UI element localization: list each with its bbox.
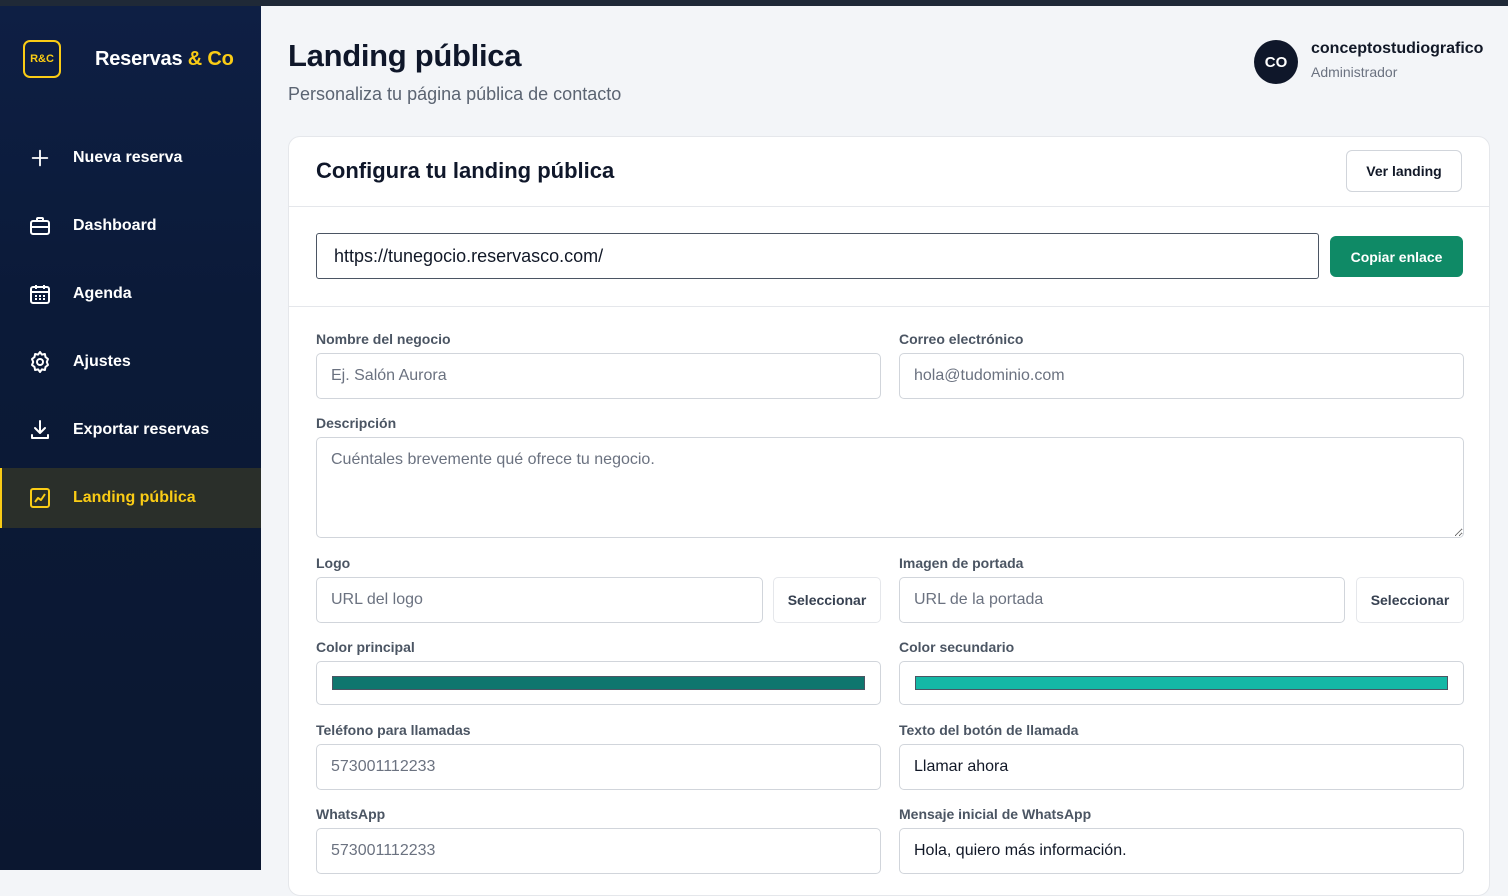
sidebar-item-exportar-reservas[interactable]: Exportar reservas xyxy=(0,400,261,460)
call-text-input[interactable] xyxy=(899,744,1464,790)
call-text-label: Texto del botón de llamada xyxy=(899,722,1079,738)
whatsapp-message-input[interactable] xyxy=(899,828,1464,874)
phone-label: Teléfono para llamadas xyxy=(316,722,471,738)
select-cover-button[interactable]: Seleccionar xyxy=(1356,577,1464,623)
sidebar-item-label: Agenda xyxy=(73,285,132,302)
secondary-color-label: Color secundario xyxy=(899,639,1015,655)
sidebar-item-landing-publica[interactable]: Landing pública xyxy=(0,468,261,528)
whatsapp-label: WhatsApp xyxy=(316,806,386,822)
sidebar-item-ajustes[interactable]: Ajustes xyxy=(0,332,261,392)
logo-label: Logo xyxy=(316,555,351,571)
logo-url-input[interactable] xyxy=(316,577,763,623)
public-link-row: Copiar enlace xyxy=(289,207,1489,307)
sidebar-item-label: Nueva reserva xyxy=(73,149,183,166)
copy-link-button[interactable]: Copiar enlace xyxy=(1330,236,1463,277)
sidebar-item-label: Exportar reservas xyxy=(73,421,210,438)
primary-color-picker[interactable] xyxy=(316,661,881,705)
main-content: Landing pública Personaliza tu página pú… xyxy=(261,6,1508,896)
business-name-label: Nombre del negocio xyxy=(316,331,451,347)
sidebar-item-label: Landing pública xyxy=(73,489,196,506)
whatsapp-input[interactable] xyxy=(316,828,881,874)
primary-color-label: Color principal xyxy=(316,639,415,655)
sidebar-item-nueva-reserva[interactable]: Nueva reserva xyxy=(0,128,261,188)
description-label: Descripción xyxy=(316,415,397,431)
download-icon xyxy=(28,418,52,442)
chart-icon xyxy=(28,486,52,510)
brand-name-accent: & Co xyxy=(187,47,234,70)
calendar-icon xyxy=(28,282,52,306)
brand[interactable]: R&C Reservas & Co xyxy=(23,40,234,78)
sidebar-item-dashboard[interactable]: Dashboard xyxy=(0,196,261,256)
landing-config-card: Configura tu landing pública Ver landing… xyxy=(288,136,1490,896)
description-textarea[interactable] xyxy=(316,437,1464,538)
brand-logo-icon: R&C xyxy=(23,40,61,78)
card-title: Configura tu landing pública xyxy=(316,158,615,183)
business-name-input[interactable] xyxy=(316,353,881,399)
user-role: Administrador xyxy=(1311,64,1398,80)
phone-input[interactable] xyxy=(316,744,881,790)
email-label: Correo electrónico xyxy=(899,331,1024,347)
plus-icon xyxy=(28,146,52,170)
whatsapp-message-label: Mensaje inicial de WhatsApp xyxy=(899,806,1092,822)
cover-url-input[interactable] xyxy=(899,577,1345,623)
view-landing-button[interactable]: Ver landing xyxy=(1346,150,1462,192)
page-subtitle: Personaliza tu página pública de contact… xyxy=(288,84,622,104)
sidebar-item-agenda[interactable]: Agenda xyxy=(0,264,261,324)
secondary-color-picker[interactable] xyxy=(899,661,1464,705)
sidebar: R&C Reservas & Co Nueva reserva Dashboar… xyxy=(0,6,261,870)
primary-color-swatch xyxy=(332,676,865,690)
sidebar-item-label: Ajustes xyxy=(73,353,131,370)
gear-icon xyxy=(28,350,52,374)
user-name: conceptostudiografico xyxy=(1311,40,1484,57)
email-input[interactable] xyxy=(899,353,1464,399)
briefcase-icon xyxy=(28,214,52,238)
avatar[interactable]: CO xyxy=(1254,40,1298,84)
sidebar-item-label: Dashboard xyxy=(73,217,157,234)
sidebar-nav: Nueva reserva Dashboard Agenda Ajustes E… xyxy=(0,128,261,536)
page-title: Landing pública xyxy=(288,38,522,73)
public-url-input[interactable] xyxy=(316,233,1319,279)
cover-label: Imagen de portada xyxy=(899,555,1024,571)
select-logo-button[interactable]: Seleccionar xyxy=(773,577,881,623)
card-header: Configura tu landing pública Ver landing xyxy=(289,137,1489,207)
brand-name: Reservas & Co xyxy=(95,47,234,70)
user-meta: conceptostudiografico Administrador xyxy=(1311,40,1483,80)
secondary-color-swatch xyxy=(915,676,1448,690)
user-menu[interactable]: CO conceptostudiografico Administrador xyxy=(1254,40,1483,84)
